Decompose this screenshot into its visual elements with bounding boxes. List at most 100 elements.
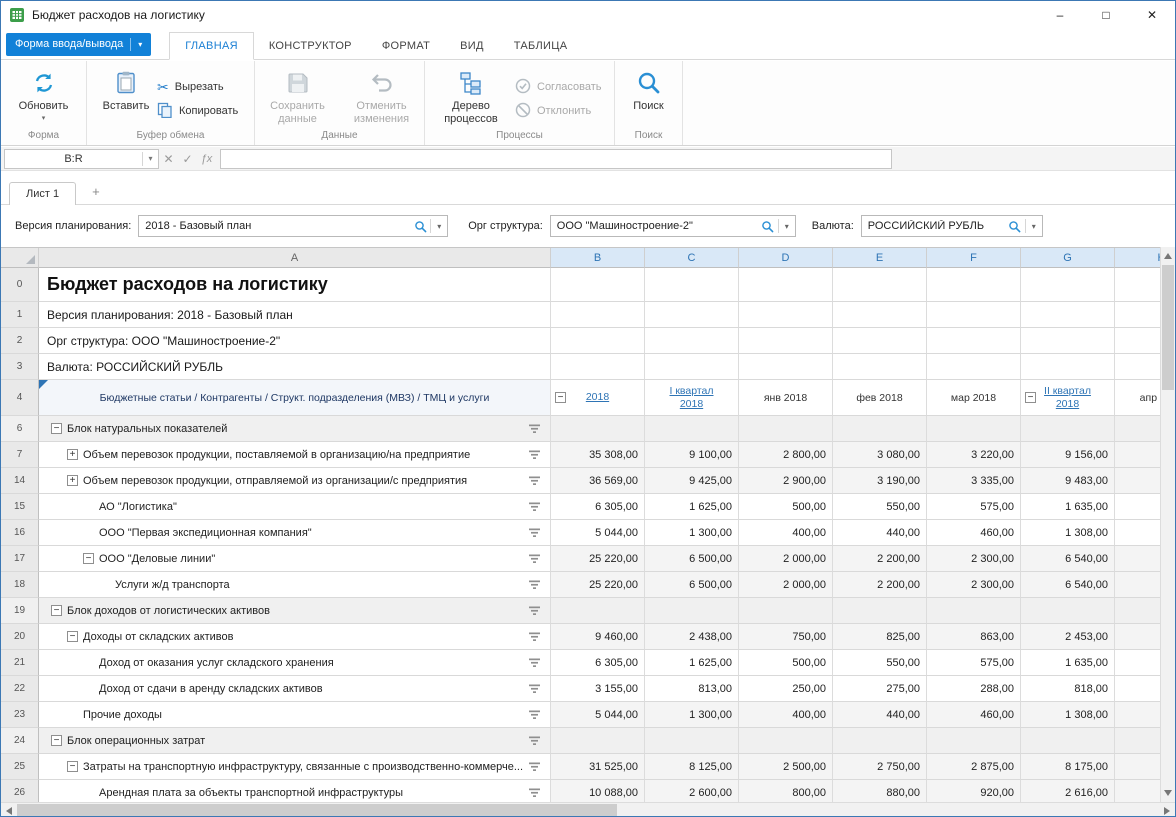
paste-button[interactable]: Вставить xyxy=(95,66,157,113)
row-number[interactable]: 17 xyxy=(1,546,39,572)
row-label-cell[interactable]: −Блок доходов от логистических активов xyxy=(39,598,551,624)
expand-icon[interactable]: + xyxy=(67,449,78,460)
data-cell[interactable]: 5 044,00 xyxy=(551,520,645,546)
data-cell[interactable]: 8 125,00 xyxy=(645,754,739,780)
data-cell[interactable]: 818,00 xyxy=(1021,676,1115,702)
data-cell[interactable]: 575,00 xyxy=(927,494,1021,520)
row-label-cell[interactable]: ООО "Первая экспедиционная компания" xyxy=(39,520,551,546)
tab-table[interactable]: ТАБЛИЦА xyxy=(499,33,583,59)
data-cell[interactable]: 460,00 xyxy=(927,520,1021,546)
data-cell[interactable]: 1 625,00 xyxy=(645,494,739,520)
data-cell[interactable] xyxy=(1115,572,1160,598)
data-cell[interactable]: 1 635,00 xyxy=(1021,494,1115,520)
filter-icon[interactable] xyxy=(529,787,541,798)
row-number[interactable]: 22 xyxy=(1,676,39,702)
data-cell[interactable]: 1 308,00 xyxy=(1021,520,1115,546)
data-cell[interactable]: 863,00 xyxy=(927,624,1021,650)
data-cell[interactable]: 10 088,00 xyxy=(551,780,645,802)
empty-cell[interactable] xyxy=(833,268,927,302)
row-number[interactable]: 15 xyxy=(1,494,39,520)
data-cell[interactable] xyxy=(1115,780,1160,802)
empty-cell[interactable] xyxy=(1021,328,1115,354)
data-cell[interactable] xyxy=(1115,624,1160,650)
period-header[interactable]: мар 2018 xyxy=(927,380,1021,416)
empty-cell[interactable] xyxy=(927,328,1021,354)
collapse-icon[interactable]: − xyxy=(67,761,78,772)
data-cell[interactable] xyxy=(739,416,833,442)
data-cell[interactable]: 500,00 xyxy=(739,650,833,676)
vertical-scrollbar-thumb[interactable] xyxy=(1162,265,1174,390)
row-label-cell[interactable]: Прочие доходы xyxy=(39,702,551,728)
data-cell[interactable]: 6 305,00 xyxy=(551,650,645,676)
refresh-button[interactable]: Обновить ▾ xyxy=(7,66,81,122)
data-cell[interactable]: 1 308,00 xyxy=(1021,702,1115,728)
horizontal-scrollbar[interactable] xyxy=(1,802,1175,816)
period-header[interactable]: I квартал 2018 xyxy=(645,380,739,416)
row-label-cell[interactable]: −Затраты на транспортную инфраструктуру,… xyxy=(39,754,551,780)
version-combobox[interactable]: 2018 - Базовый план ▾ xyxy=(138,215,448,237)
data-cell[interactable]: 1 635,00 xyxy=(1021,650,1115,676)
data-cell[interactable] xyxy=(1115,468,1160,494)
row-label-cell[interactable]: АО "Логистика" xyxy=(39,494,551,520)
data-cell[interactable]: 400,00 xyxy=(739,702,833,728)
info-cell[interactable]: Орг структура: ООО "Машиностроение-2" xyxy=(39,328,551,354)
data-cell[interactable]: 880,00 xyxy=(833,780,927,802)
data-cell[interactable]: 2 200,00 xyxy=(833,546,927,572)
data-cell[interactable] xyxy=(927,598,1021,624)
data-cell[interactable]: 750,00 xyxy=(739,624,833,650)
data-cell[interactable]: 440,00 xyxy=(833,702,927,728)
row-label-cell[interactable]: −ООО "Деловые линии" xyxy=(39,546,551,572)
data-cell[interactable]: 3 220,00 xyxy=(927,442,1021,468)
info-cell[interactable]: Бюджет расходов на логистику xyxy=(39,268,551,302)
minimize-button[interactable]: – xyxy=(1037,1,1083,29)
data-cell[interactable]: 2 875,00 xyxy=(927,754,1021,780)
empty-cell[interactable] xyxy=(739,354,833,380)
horizontal-scrollbar-thumb[interactable] xyxy=(17,804,617,816)
data-cell[interactable] xyxy=(1115,676,1160,702)
data-cell[interactable] xyxy=(645,416,739,442)
period-header[interactable]: апр 2018 xyxy=(1115,380,1160,416)
data-cell[interactable]: 550,00 xyxy=(833,494,927,520)
data-cell[interactable]: 288,00 xyxy=(927,676,1021,702)
empty-cell[interactable] xyxy=(833,328,927,354)
filter-icon[interactable] xyxy=(529,579,541,590)
cut-button[interactable]: ✂ Вырезать xyxy=(157,78,238,96)
tab-constructor[interactable]: КОНСТРУКТОР xyxy=(254,33,367,59)
empty-cell[interactable] xyxy=(645,268,739,302)
empty-cell[interactable] xyxy=(927,354,1021,380)
data-cell[interactable]: 250,00 xyxy=(739,676,833,702)
data-cell[interactable] xyxy=(551,416,645,442)
filter-icon[interactable] xyxy=(529,631,541,642)
data-cell[interactable]: 3 190,00 xyxy=(833,468,927,494)
sheet-tab-list1[interactable]: Лист 1 xyxy=(9,182,76,205)
collapse-icon[interactable]: − xyxy=(83,553,94,564)
data-cell[interactable]: 9 100,00 xyxy=(645,442,739,468)
data-cell[interactable] xyxy=(1021,598,1115,624)
data-cell[interactable]: 6 500,00 xyxy=(645,546,739,572)
data-cell[interactable]: 275,00 xyxy=(833,676,927,702)
empty-cell[interactable] xyxy=(1021,268,1115,302)
data-cell[interactable]: 31 525,00 xyxy=(551,754,645,780)
vertical-scrollbar[interactable] xyxy=(1160,247,1175,802)
row-label-cell[interactable]: +Объем перевозок продукции, отправляемой… xyxy=(39,468,551,494)
period-header[interactable]: −II квартал 2018 xyxy=(1021,380,1115,416)
data-cell[interactable] xyxy=(833,598,927,624)
data-cell[interactable]: 2 200,00 xyxy=(833,572,927,598)
period-link[interactable]: I квартал 2018 xyxy=(660,385,724,411)
approve-button[interactable]: Согласовать xyxy=(515,78,601,96)
row-number[interactable]: 2 xyxy=(1,328,39,354)
expand-icon[interactable]: + xyxy=(67,475,78,486)
data-cell[interactable]: 460,00 xyxy=(927,702,1021,728)
save-data-button[interactable]: Сохранить данные xyxy=(260,66,336,126)
period-header[interactable]: −2018 xyxy=(551,380,645,416)
data-cell[interactable]: 575,00 xyxy=(927,650,1021,676)
data-cell[interactable]: 2 438,00 xyxy=(645,624,739,650)
empty-cell[interactable] xyxy=(1021,354,1115,380)
scroll-down-icon[interactable] xyxy=(1164,790,1172,796)
select-all-corner[interactable] xyxy=(1,248,39,268)
row-label-cell[interactable]: −Блок натуральных показателей xyxy=(39,416,551,442)
close-button[interactable]: ✕ xyxy=(1129,1,1175,29)
data-cell[interactable]: 35 308,00 xyxy=(551,442,645,468)
data-cell[interactable] xyxy=(1115,416,1160,442)
data-cell[interactable]: 36 569,00 xyxy=(551,468,645,494)
